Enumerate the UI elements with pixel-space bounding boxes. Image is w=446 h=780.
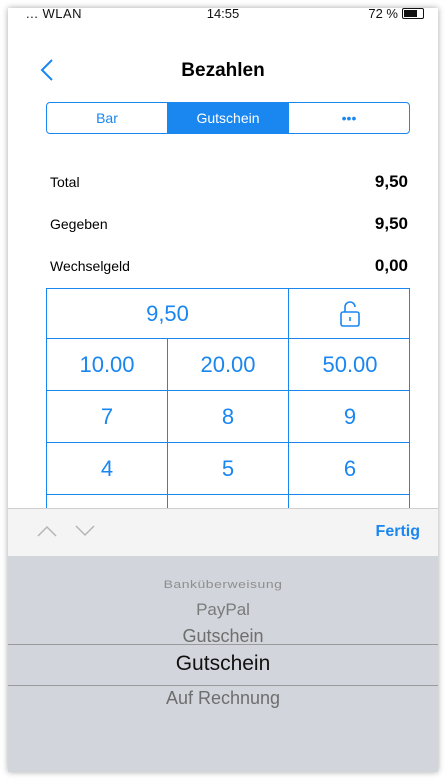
quick-amount-20[interactable]: 20.00 [168, 339, 289, 391]
payment-method-picker[interactable]: Banküberweisung PayPal Gutschein Gutsche… [8, 556, 438, 772]
picker-item[interactable]: PayPal [8, 600, 438, 620]
unlock-icon[interactable] [289, 289, 409, 339]
chevron-down-icon[interactable] [74, 524, 96, 538]
chevron-up-icon[interactable] [36, 524, 58, 538]
segment-bar[interactable]: Bar [47, 103, 168, 133]
total-label: Total [50, 174, 80, 190]
total-value: 9,50 [374, 172, 408, 191]
summary-row-wechselgeld: Wechselgeld 0,00 [50, 254, 408, 278]
quick-amount-10[interactable]: 10.00 [47, 339, 168, 391]
gegeben-value: 9,50 [374, 214, 408, 233]
picker-item[interactable]: Banküberweisung [8, 578, 438, 591]
key-9[interactable]: 9 [289, 391, 409, 443]
picker-item[interactable]: Auf Rechnung [8, 688, 438, 709]
gegeben-label: Gegeben [50, 216, 108, 232]
phone-screen: ... WLAN 14:55 72 % Bezahlen Bar Gutsche… [8, 8, 438, 772]
payment-segmented-control: Bar Gutschein ••• [46, 102, 410, 134]
amount-display[interactable]: 9,50 [47, 289, 289, 339]
done-button[interactable]: Fertig [376, 523, 420, 541]
page-title: Bezahlen [181, 60, 265, 81]
keypad: 9,50 10.00 20.00 50.00 7 8 9 4 5 6 [46, 288, 410, 518]
battery-icon [402, 8, 424, 19]
summary-row-total: Total 9,50 [50, 170, 408, 194]
battery-status: 72 % [368, 8, 424, 21]
key-7[interactable]: 7 [47, 391, 168, 443]
key-8[interactable]: 8 [168, 391, 289, 443]
segment-gutschein[interactable]: Gutschein [168, 103, 289, 133]
battery-percent: 72 % [368, 8, 398, 21]
summary-row-gegeben: Gegeben 9,50 [50, 212, 408, 236]
key-5[interactable]: 5 [168, 443, 289, 495]
picker-toolbar: Fertig [8, 508, 438, 557]
key-6[interactable]: 6 [289, 443, 409, 495]
status-bar: ... WLAN 14:55 72 % [8, 8, 438, 26]
key-4[interactable]: 4 [47, 443, 168, 495]
picker-item-selected[interactable]: Gutschein [8, 652, 438, 676]
quick-amount-50[interactable]: 50.00 [289, 339, 409, 391]
wechselgeld-value: 0,00 [374, 256, 408, 275]
wechselgeld-label: Wechselgeld [50, 258, 130, 274]
segment-more[interactable]: ••• [289, 103, 409, 133]
